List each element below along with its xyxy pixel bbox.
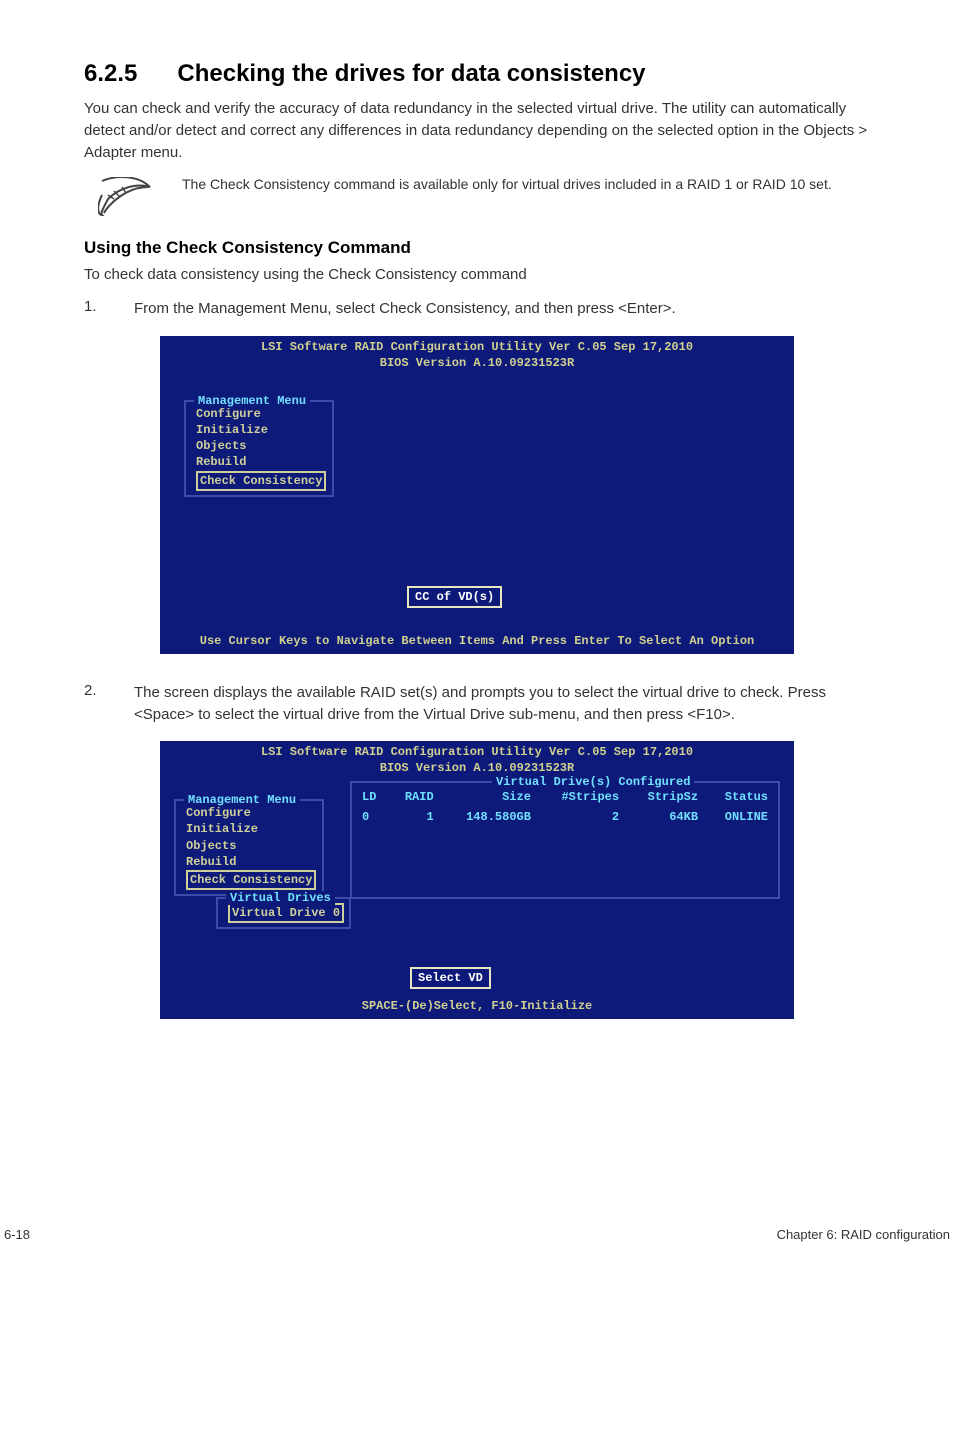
col-size: Size — [440, 787, 537, 807]
subheading: Using the Check Consistency Command — [84, 238, 870, 258]
col-raid: RAID — [388, 787, 440, 807]
bios-footer-hint: Use Cursor Keys to Navigate Between Item… — [160, 630, 794, 654]
step-number: 2. — [84, 682, 134, 726]
bios-title-bar: LSI Software RAID Configuration Utility … — [160, 336, 794, 356]
step-1: 1. From the Management Menu, select Chec… — [84, 298, 870, 320]
table-row[interactable]: 0 1 148.580GB 2 64KB ONLINE — [356, 807, 774, 827]
bios-version: BIOS Version A.10.09231523R — [160, 356, 794, 370]
section-number: 6.2.5 — [84, 60, 137, 88]
cell-raid: 1 — [388, 807, 440, 827]
menu-check-consistency[interactable]: Check Consistency — [186, 870, 316, 890]
vd-configured-label: Virtual Drive(s) Configured — [492, 775, 694, 789]
note-block: The Check Consistency command is availab… — [98, 175, 870, 220]
menu-objects[interactable]: Objects — [196, 438, 322, 454]
bios-screenshot-2: LSI Software RAID Configuration Utility … — [160, 741, 794, 1019]
virtual-drive-0[interactable]: Virtual Drive 0 — [228, 903, 344, 923]
vd-table: LD RAID Size #Stripes StripSz Status 0 1… — [356, 787, 774, 827]
col-stripes: #Stripes — [537, 787, 625, 807]
select-vd-badge: Select VD — [410, 967, 491, 989]
cc-of-vd-badge: CC of VD(s) — [407, 586, 502, 608]
menu-initialize[interactable]: Initialize — [186, 821, 312, 837]
bios-screenshot-1: LSI Software RAID Configuration Utility … — [160, 336, 794, 654]
sub-lead: To check data consistency using the Chec… — [84, 264, 870, 286]
table-header-row: LD RAID Size #Stripes StripSz Status — [356, 787, 774, 807]
menu-check-consistency[interactable]: Check Consistency — [196, 471, 326, 491]
menu-initialize[interactable]: Initialize — [196, 422, 322, 438]
cell-stripsz: 64KB — [625, 807, 704, 827]
cell-ld: 0 — [356, 807, 388, 827]
menu-objects[interactable]: Objects — [186, 838, 312, 854]
section-heading: 6.2.5 Checking the drives for data consi… — [84, 60, 870, 88]
step-text: The screen displays the available RAID s… — [134, 682, 870, 726]
note-icon — [98, 177, 154, 220]
management-menu-box: Management Menu Configure Initialize Obj… — [184, 400, 334, 497]
bios-title-bar: LSI Software RAID Configuration Utility … — [160, 741, 794, 761]
cell-size: 148.580GB — [440, 807, 537, 827]
cell-stripes: 2 — [537, 807, 625, 827]
menu-rebuild[interactable]: Rebuild — [196, 454, 322, 470]
management-menu-box: Management Menu Configure Initialize Obj… — [174, 799, 324, 896]
menu-configure[interactable]: Configure — [196, 406, 322, 422]
management-menu-label: Management Menu — [184, 793, 300, 807]
virtual-drives-box: Virtual Drives Virtual Drive 0 — [216, 897, 351, 929]
col-status: Status — [704, 787, 774, 807]
bios-version: BIOS Version A.10.09231523R — [160, 761, 794, 775]
col-ld: LD — [356, 787, 388, 807]
bios-footer-hint: SPACE-(De)Select, F10-Initialize — [160, 995, 794, 1019]
section-title: Checking the drives for data consistency — [177, 60, 645, 88]
step-2: 2. The screen displays the available RAI… — [84, 682, 870, 726]
menu-rebuild[interactable]: Rebuild — [186, 854, 312, 870]
note-text: The Check Consistency command is availab… — [182, 175, 832, 195]
vd-configured-panel: Virtual Drive(s) Configured LD RAID Size… — [350, 781, 780, 899]
step-number: 1. — [84, 298, 134, 320]
menu-configure[interactable]: Configure — [186, 805, 312, 821]
step-text: From the Management Menu, select Check C… — [134, 298, 676, 320]
intro-paragraph: You can check and verify the accuracy of… — [84, 98, 870, 163]
management-menu-label: Management Menu — [194, 394, 310, 408]
page-footer: 6-18 Chapter 6: RAID configuration — [0, 1227, 954, 1272]
virtual-drives-label: Virtual Drives — [226, 891, 335, 905]
chapter-title: Chapter 6: RAID configuration — [777, 1227, 950, 1242]
col-stripsz: StripSz — [625, 787, 704, 807]
cell-status: ONLINE — [704, 807, 774, 827]
page-number: 6-18 — [4, 1227, 30, 1242]
